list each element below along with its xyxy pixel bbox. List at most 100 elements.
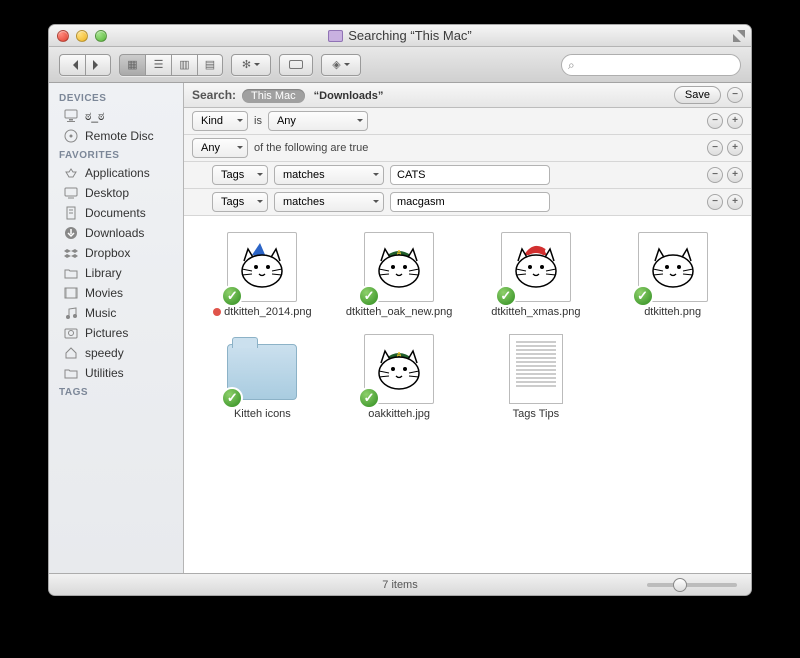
synced-badge-icon: ✓ [358,387,380,409]
synced-badge-icon: ✓ [495,285,517,307]
synced-badge-icon: ✓ [632,285,654,307]
scope-thismac[interactable]: This Mac [242,89,305,103]
criteria-operator-dropdown[interactable]: matches [274,192,384,212]
window-title: Searching “This Mac” [348,28,472,43]
sidebar-item-label: speedy [85,346,124,360]
imac-icon [63,108,79,124]
sidebar-item-movies[interactable]: Movies [49,283,183,303]
forward-button[interactable] [85,54,111,76]
save-search-button[interactable]: Save [674,86,721,104]
docs-icon [63,205,79,221]
criteria-attribute-dropdown[interactable]: Any [192,138,248,158]
add-criteria-button[interactable]: + [727,194,743,210]
remove-search-button[interactable]: − [727,87,743,103]
result-name: Tags Tips [513,408,559,422]
zoom-icon[interactable] [95,30,107,42]
finder-window: Searching “This Mac” ▦ ☰ ▥ ▤ ✻ ◈ ⌕ DEVIC… [48,24,752,596]
sidebar-header: DEVICES [49,89,183,106]
search-input[interactable] [561,54,741,76]
sidebar-item-label: Library [85,266,122,280]
close-icon[interactable] [57,30,69,42]
sidebar-item-label: Applications [85,166,150,180]
sidebar-item-pictures[interactable]: Pictures [49,323,183,343]
sidebar-item-label: Utilities [85,366,124,380]
sidebar-item-documents[interactable]: Documents [49,203,183,223]
add-criteria-button[interactable]: + [727,140,743,156]
tag-button[interactable] [279,54,313,76]
result-item[interactable]: ✓dtkitteh_xmas.png [470,228,603,324]
sidebar-header: TAGS [49,383,183,400]
sidebar-item-remote-disc[interactable]: Remote Disc [49,126,183,146]
criteria-operator-text: of the following are true [254,142,368,154]
sidebar-item-label: Remote Disc [85,129,154,143]
result-name: Kitteh icons [234,408,291,422]
coverflow-view-button[interactable]: ▤ [197,54,223,76]
remove-criteria-button[interactable]: − [707,140,723,156]
result-item[interactable]: ✓dtkitteh_2014.png [196,228,329,324]
dropbox-menu-button[interactable]: ◈ [321,54,361,76]
status-bar: 7 items [49,573,751,595]
criteria-attribute-dropdown[interactable]: Kind [192,111,248,131]
result-name: dtkitteh.png [644,306,701,320]
sidebar-item-desktop[interactable]: Desktop [49,183,183,203]
sidebar-item-utilities[interactable]: Utilities [49,363,183,383]
sidebar-item-label: Documents [85,206,146,220]
criteria-operator-text: is [254,115,262,127]
result-item[interactable]: A✓dtkitteh_oak_new.png [333,228,466,324]
main-pane: Search: This Mac“Downloads” Save − Kindi… [184,83,751,573]
synced-badge-icon: ✓ [221,285,243,307]
sidebar: DEVICESಠ_ಠRemote DiscFAVORITESApplicatio… [49,83,184,573]
criteria-value-input[interactable] [390,192,550,212]
icon-view-button[interactable]: ▦ [119,54,145,76]
result-item[interactable]: ✓dtkitteh.png [606,228,739,324]
results-area[interactable]: ✓dtkitteh_2014.pngA✓dtkitteh_oak_new.png… [184,216,751,573]
remove-criteria-button[interactable]: − [707,194,723,210]
sidebar-item-label: Dropbox [85,246,130,260]
remove-criteria-button[interactable]: − [707,113,723,129]
result-item[interactable]: ✓Kitteh icons [196,330,329,426]
column-view-button[interactable]: ▥ [171,54,197,76]
title-bar[interactable]: Searching “This Mac” [49,25,751,47]
fullscreen-icon[interactable] [733,30,745,42]
minimize-icon[interactable] [76,30,88,42]
criteria-operator-dropdown[interactable]: matches [274,165,384,185]
back-button[interactable] [59,54,85,76]
pictures-icon [63,325,79,341]
sidebar-item-dropbox[interactable]: Dropbox [49,243,183,263]
sidebar-item-downloads[interactable]: Downloads [49,223,183,243]
sidebar-item-label: Music [85,306,116,320]
dropbox-icon [63,245,79,261]
add-criteria-button[interactable]: + [727,167,743,183]
icon-size-slider[interactable] [647,583,737,587]
criteria-row: Tags matches −+ [184,189,751,216]
tag-dot-icon [213,308,221,316]
sidebar-item-music[interactable]: Music [49,303,183,323]
scope-downloads[interactable]: “Downloads” [305,89,393,103]
folder-icon [63,265,79,281]
music-icon [63,305,79,321]
sidebar-item-speedy[interactable]: speedy [49,343,183,363]
disc-icon [63,128,79,144]
criteria-value-input[interactable] [390,165,550,185]
movies-icon [63,285,79,301]
action-menu-button[interactable]: ✻ [231,54,271,76]
result-name: dtkitteh_2014.png [213,306,311,320]
apps-icon [63,165,79,181]
sidebar-item-label: Movies [85,286,123,300]
sidebar-item-applications[interactable]: Applications [49,163,183,183]
sidebar-item-library[interactable]: Library [49,263,183,283]
folder-icon [63,365,79,381]
criteria-attribute-dropdown[interactable]: Tags [212,192,268,212]
criteria-attribute-dropdown[interactable]: Tags [212,165,268,185]
result-item[interactable]: A✓oakkitteh.jpg [333,330,466,426]
toolbar: ▦ ☰ ▥ ▤ ✻ ◈ ⌕ [49,47,751,83]
criteria-row: Kindis Any −+ [184,108,751,135]
add-criteria-button[interactable]: + [727,113,743,129]
sidebar-item--[interactable]: ಠ_ಠ [49,106,183,126]
home-icon [63,345,79,361]
remove-criteria-button[interactable]: − [707,167,723,183]
criteria-value-dropdown[interactable]: Any [268,111,368,131]
sidebar-item-label: Downloads [85,226,144,240]
result-item[interactable]: Tags Tips [470,330,603,426]
list-view-button[interactable]: ☰ [145,54,171,76]
